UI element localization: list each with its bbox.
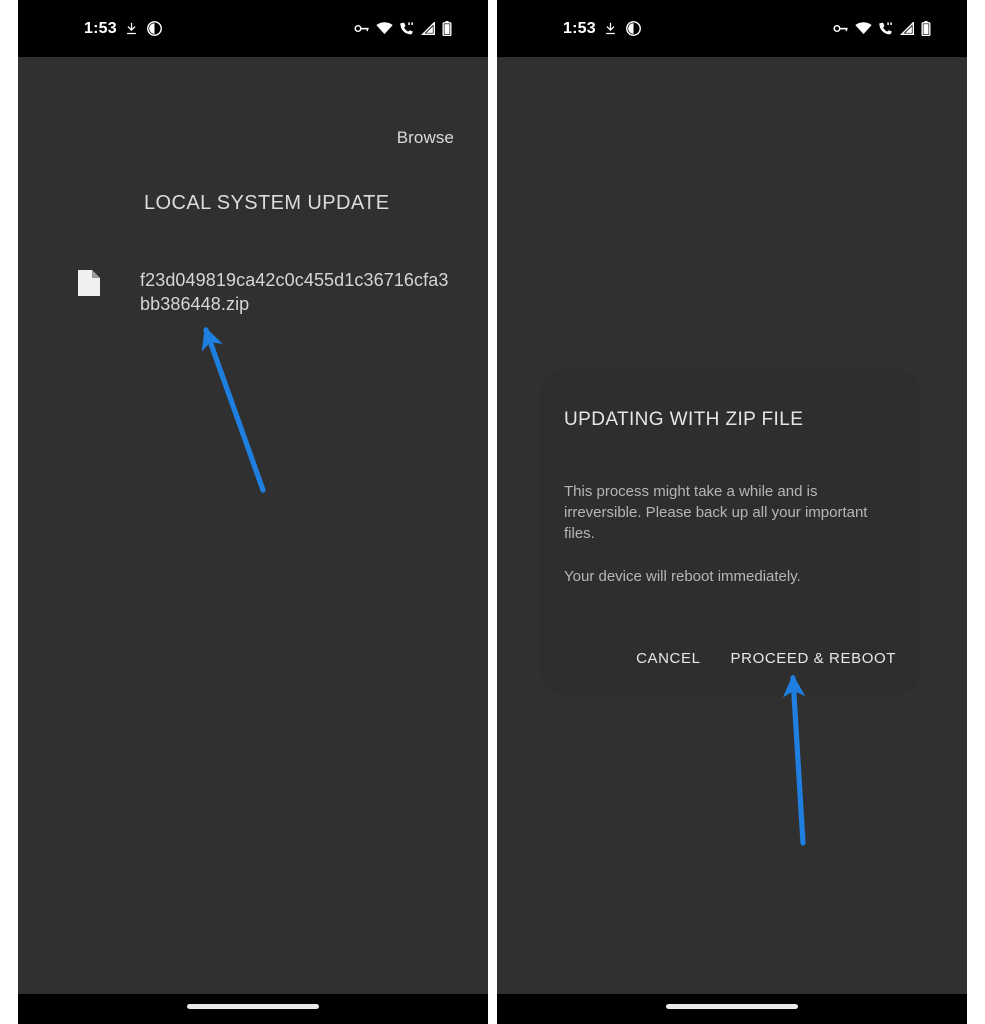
phone-panel-right: 1:53 UPDATING WITH ZIP FILE This process… — [497, 0, 967, 1024]
dialog-paragraph-2: Your device will reboot immediately. — [564, 568, 801, 585]
document-file-icon — [78, 270, 100, 296]
status-bar-left-group: 1:53 — [84, 20, 163, 37]
download-arrow-icon — [603, 21, 618, 36]
dialog-body: This process might take a while and is i… — [564, 481, 898, 587]
status-bar-left: 1:53 — [18, 0, 488, 57]
vpn-key-icon — [833, 22, 849, 35]
phone-call-icon — [878, 21, 894, 36]
wifi-icon — [855, 22, 872, 35]
proceed-reboot-button[interactable]: PROCEED & REBOOT — [729, 644, 898, 673]
screenshot-stage: 1:53 Browse LOCAL SYSTEM UPDATE f23d0498… — [0, 0, 985, 1024]
selected-file-row[interactable]: f23d049819ca42c0c455d1c36716cfa3bb386448… — [78, 268, 458, 316]
page-title: LOCAL SYSTEM UPDATE — [144, 192, 390, 214]
phone-panel-left: 1:53 Browse LOCAL SYSTEM UPDATE f23d0498… — [18, 0, 488, 1024]
vpn-key-icon — [354, 22, 370, 35]
signal-cellular-icon — [899, 20, 915, 35]
battery-icon — [921, 21, 931, 37]
wifi-icon — [376, 22, 393, 35]
nav-bar-left — [18, 994, 488, 1024]
cancel-button[interactable]: CANCEL — [634, 644, 702, 673]
status-bar-clock-2: 1:53 — [563, 19, 596, 37]
annotation-arrow-file — [201, 326, 266, 493]
dialog-action-row: CANCEL PROCEED & REBOOT — [540, 644, 922, 673]
home-gesture-pill[interactable] — [666, 1004, 798, 1009]
status-bar-clock: 1:53 — [84, 19, 117, 37]
dark-theme-circle-icon — [146, 20, 163, 37]
update-confirmation-dialog: UPDATING WITH ZIP FILE This process migh… — [540, 369, 922, 695]
status-bar-left-group-2: 1:53 — [563, 20, 642, 37]
dialog-paragraph-1: This process might take a while and is i… — [564, 483, 868, 542]
status-bar-right-group — [354, 20, 452, 37]
browse-button[interactable]: Browse — [397, 128, 454, 148]
download-arrow-icon — [124, 21, 139, 36]
phone-call-icon — [399, 21, 415, 36]
home-gesture-pill[interactable] — [187, 1004, 319, 1009]
dark-theme-circle-icon — [625, 20, 642, 37]
nav-bar-right — [497, 994, 967, 1024]
dialog-title: UPDATING WITH ZIP FILE — [564, 409, 804, 430]
battery-icon — [442, 21, 452, 37]
status-bar-right: 1:53 — [497, 0, 967, 57]
signal-cellular-icon — [420, 20, 436, 35]
selected-file-name: f23d049819ca42c0c455d1c36716cfa3bb386448… — [140, 270, 449, 314]
status-bar-right-group-2 — [833, 20, 931, 37]
